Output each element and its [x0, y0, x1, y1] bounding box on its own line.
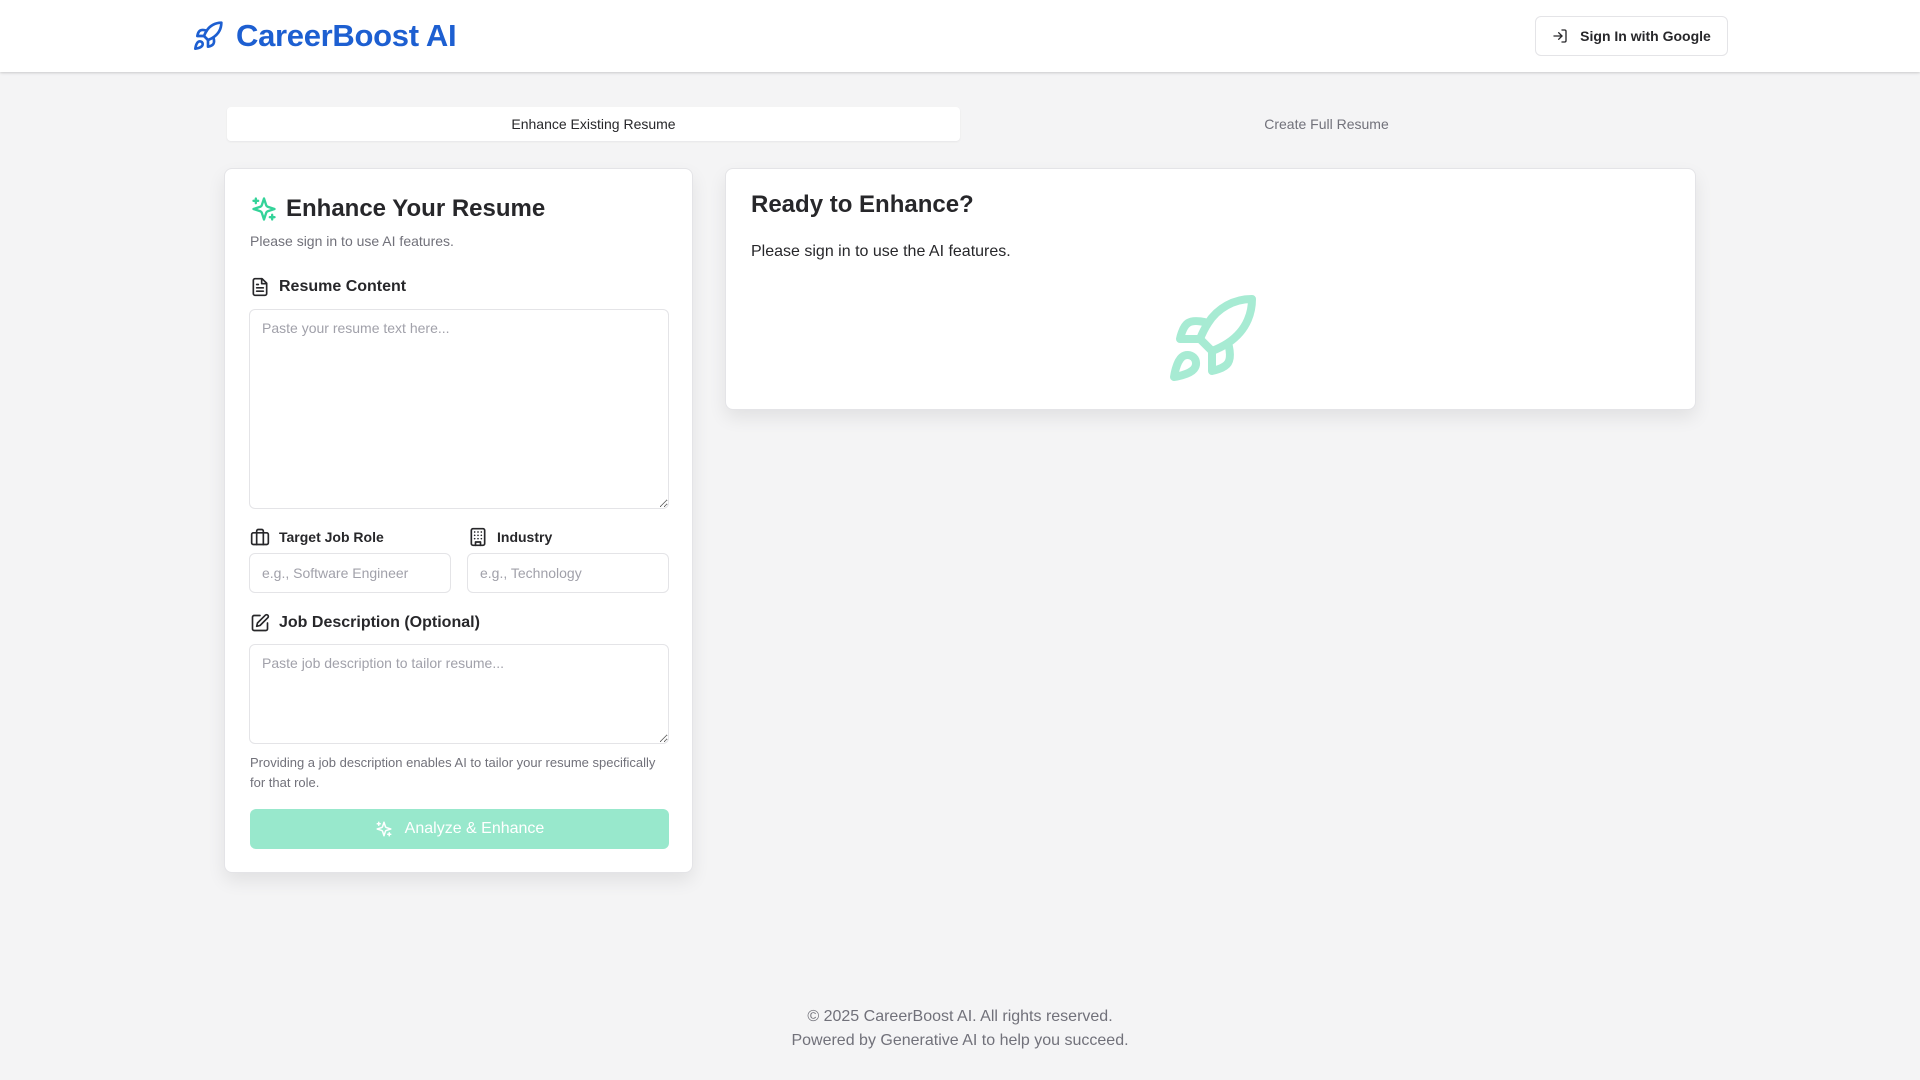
app-header: CareerBoost AI Sign In with Google: [0, 0, 1920, 72]
enhance-resume-card: Enhance Your Resume Please sign in to us…: [224, 168, 693, 873]
file-text-icon: [250, 277, 270, 297]
target-job-role-label-text: Target Job Role: [279, 529, 384, 545]
briefcase-icon: [250, 527, 270, 547]
brand[interactable]: CareerBoost AI: [192, 18, 457, 54]
resume-content-textarea[interactable]: [249, 309, 669, 509]
job-description-helper-text: Providing a job description enables AI t…: [250, 755, 656, 790]
mode-tabs: Enhance Existing Resume Create Full Resu…: [224, 104, 1696, 144]
resume-content-label-text: Resume Content: [279, 278, 407, 295]
app-name: CareerBoost AI: [236, 18, 457, 53]
footer-tagline: Powered by Generative AI to help you suc…: [791, 1032, 1129, 1049]
rocket-icon: [1164, 291, 1260, 387]
page-footer: © 2025 CareerBoost AI. All rights reserv…: [0, 1005, 1920, 1053]
rocket-icon: [192, 20, 224, 52]
sparkles-icon: [250, 195, 278, 223]
job-description-label: Job Description (Optional): [250, 613, 480, 633]
target-job-role-label: Target Job Role: [250, 527, 384, 547]
building-icon: [468, 527, 488, 547]
log-in-icon: [1552, 28, 1568, 44]
industry-label: Industry: [468, 527, 552, 547]
job-description-textarea[interactable]: [249, 644, 669, 744]
target-job-role-input[interactable]: [249, 553, 451, 593]
enhance-subtitle: Please sign in to use AI features.: [250, 233, 454, 249]
edit-icon: [250, 613, 270, 633]
tab-enhance-existing-resume[interactable]: Enhance Existing Resume: [227, 107, 960, 141]
job-description-label-text: Job Description (Optional): [279, 614, 480, 631]
copyright-text: © 2025 CareerBoost AI. All rights reserv…: [807, 1008, 1113, 1025]
card-title: Enhance Your Resume: [250, 195, 545, 223]
industry-label-text: Industry: [497, 529, 553, 545]
sparkles-icon: [375, 820, 393, 838]
tab-create-full-resume[interactable]: Create Full Resume: [960, 107, 1693, 141]
ready-to-enhance-card: Ready to Enhance? Please sign in to use …: [725, 168, 1696, 410]
analyze-enhance-button[interactable]: Analyze & Enhance: [250, 809, 669, 849]
ready-title: Ready to Enhance?: [751, 191, 974, 218]
sign-in-with-google-button[interactable]: Sign In with Google: [1535, 16, 1728, 56]
sign-in-label: Sign In with Google: [1580, 28, 1711, 44]
enhance-title: Enhance Your Resume: [286, 195, 546, 222]
industry-input[interactable]: [467, 553, 669, 593]
ready-text: Please sign in to use the AI features.: [751, 243, 1011, 260]
analyze-enhance-label: Analyze & Enhance: [404, 820, 545, 837]
resume-content-label: Resume Content: [250, 277, 406, 297]
